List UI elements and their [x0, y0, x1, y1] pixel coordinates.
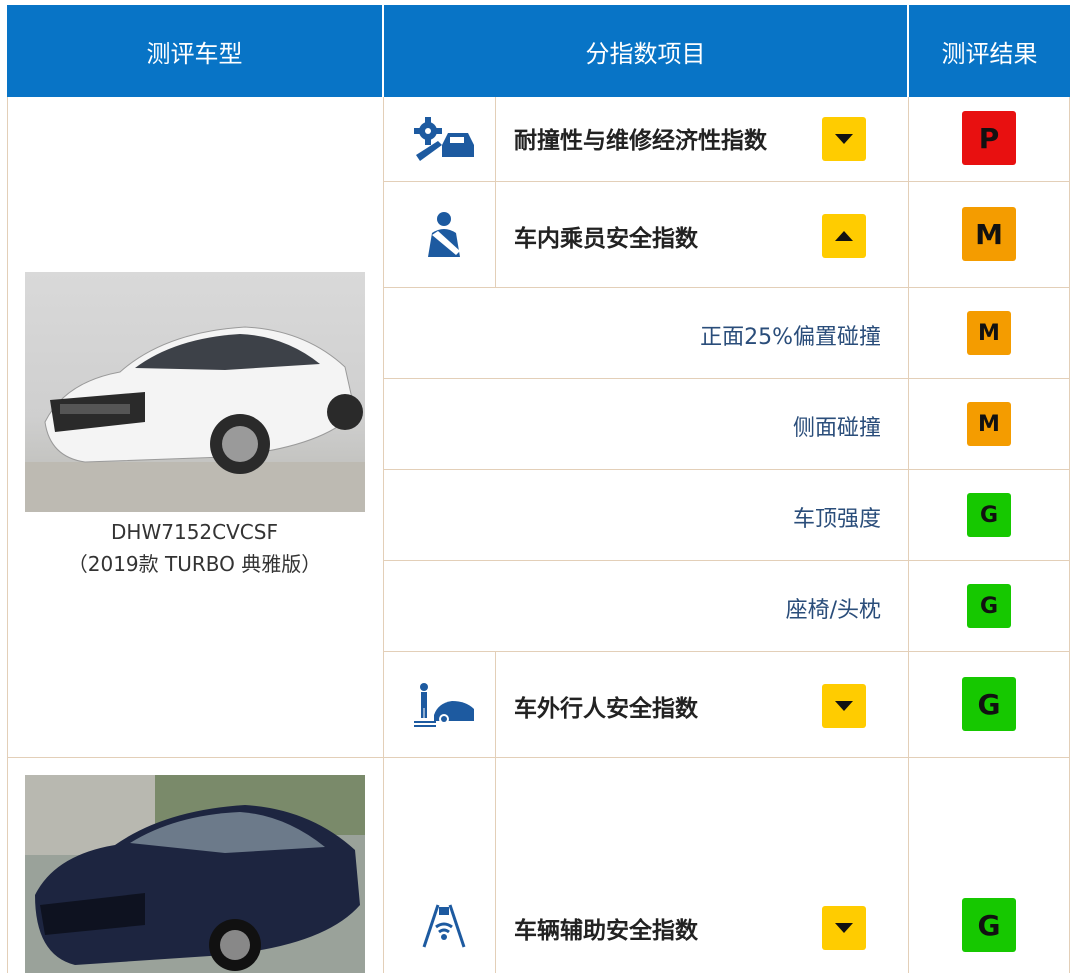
header-index: 分指数项目 — [384, 5, 907, 97]
grid-line — [383, 97, 384, 973]
crash-repair-icon — [399, 109, 489, 169]
index-label-crash-repair: 耐撞性与维修经济性指数 — [514, 128, 767, 154]
grid-line — [495, 651, 496, 973]
grid-line — [7, 757, 1070, 758]
grid-line — [383, 181, 1070, 182]
caret-up-icon — [835, 231, 853, 241]
pedestrian-car-icon — [399, 675, 489, 735]
result-badge-roof: G — [967, 493, 1011, 537]
grid-line — [908, 97, 909, 973]
index-label-pedestrian: 车外行人安全指数 — [514, 696, 698, 722]
subitem-label-seat: 座椅/头枕 — [785, 598, 881, 623]
index-label-occupant: 车内乘员安全指数 — [514, 226, 698, 252]
grid-line — [1069, 97, 1070, 973]
grid-line — [495, 97, 496, 287]
grid-line — [383, 651, 1070, 652]
expand-toggle-occupant[interactable] — [822, 214, 866, 258]
grid-line — [383, 287, 1070, 288]
result-badge-frontal: M — [967, 311, 1011, 355]
car1-model-code: DHW7152CVCSF — [111, 520, 278, 544]
caret-down-icon — [835, 701, 853, 711]
rating-table: 测评车型 分指数项目 测评结果 DHW7152CVCSF （2019款 TURB… — [7, 5, 1070, 973]
expand-toggle-pedestrian[interactable] — [822, 684, 866, 728]
grid-line — [383, 560, 1070, 561]
result-badge-side: M — [967, 402, 1011, 446]
result-badge-seat: G — [967, 584, 1011, 628]
result-badge-pedestrian: G — [962, 677, 1016, 731]
dark-blue-sedan-photo — [25, 775, 365, 973]
assist-road-icon — [399, 895, 489, 955]
result-badge-occupant: M — [962, 207, 1016, 261]
header-model: 测评车型 — [7, 5, 382, 97]
grid-line — [383, 469, 1070, 470]
white-sedan-photo — [25, 272, 365, 512]
subitem-label-roof: 车顶强度 — [792, 507, 881, 532]
index-label-assist: 车辆辅助安全指数 — [514, 918, 698, 944]
expand-toggle-assist[interactable] — [822, 906, 866, 950]
result-badge-assist: G — [962, 898, 1016, 952]
header-result: 测评结果 — [909, 5, 1070, 97]
occupant-seatbelt-icon — [399, 205, 489, 265]
grid-line — [383, 378, 1070, 379]
subitem-label-frontal: 正面25%偏置碰撞 — [700, 325, 881, 350]
car1-edition: （2019款 TURBO 典雅版） — [67, 552, 322, 576]
subitem-label-side: 侧面碰撞 — [792, 416, 881, 441]
result-badge-crash-repair: P — [962, 111, 1016, 165]
expand-toggle-crash-repair[interactable] — [822, 117, 866, 161]
caret-down-icon — [835, 134, 853, 144]
caret-down-icon — [835, 923, 853, 933]
